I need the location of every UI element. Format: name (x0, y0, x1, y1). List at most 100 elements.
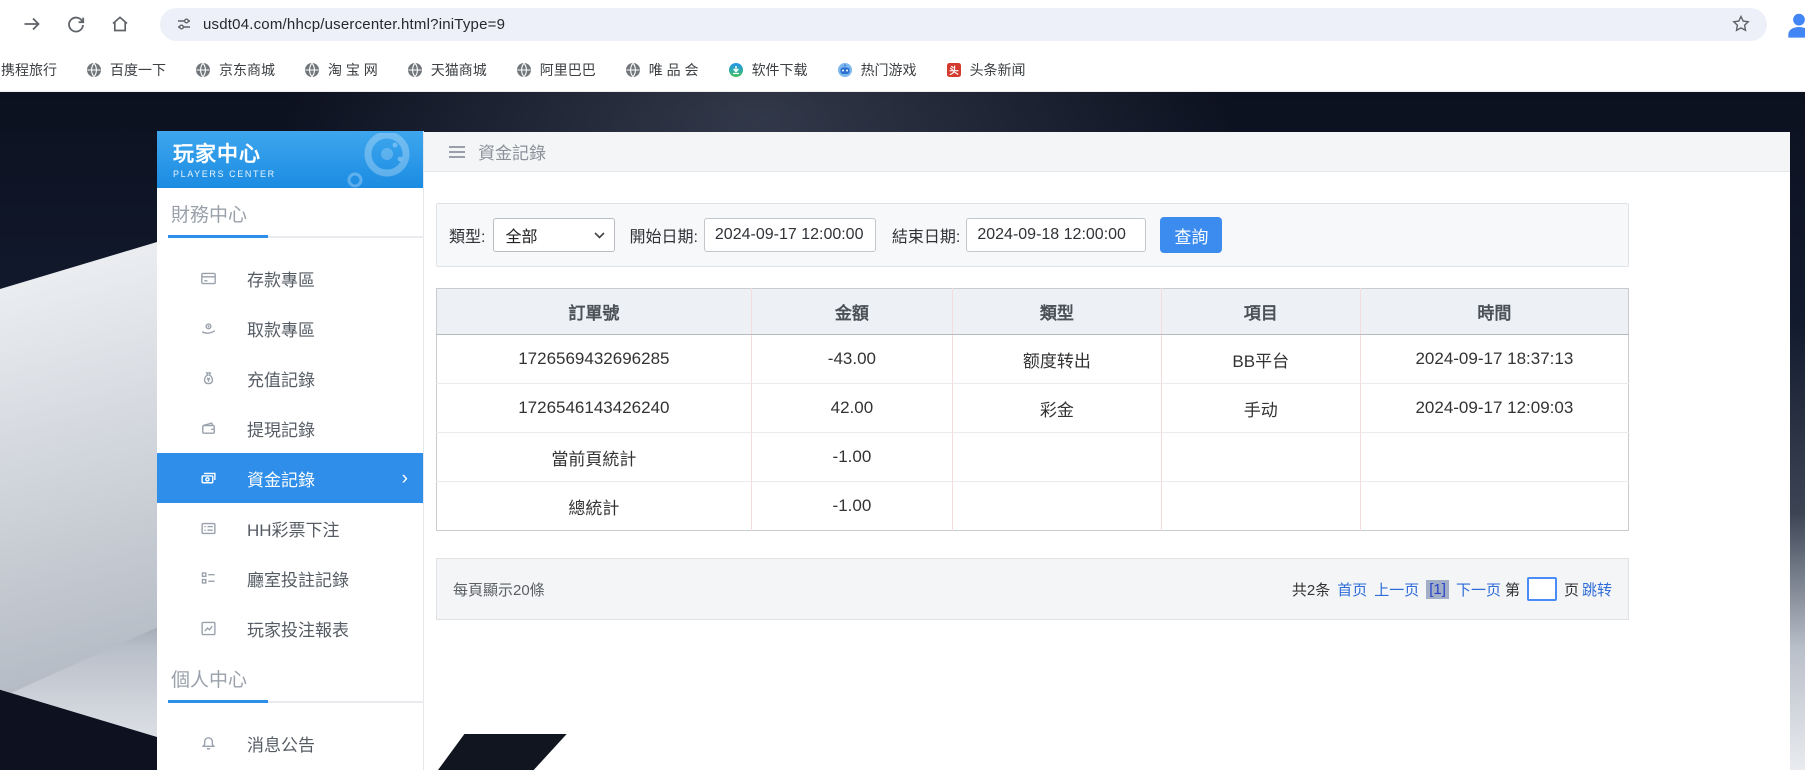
bookmark-item[interactable]: 百度一下 (86, 60, 166, 80)
table-cell: 2024-09-17 18:37:13 (1360, 335, 1628, 384)
bookmark-label: 热门游戏 (861, 60, 917, 80)
hamburger-icon[interactable] (448, 145, 466, 159)
bookmark-item[interactable]: 软件下载 (728, 60, 808, 80)
profile-avatar-icon[interactable] (1783, 9, 1805, 41)
sidebar-item-lottery-ticket[interactable]: HH彩票下注 (157, 503, 423, 553)
table-cell: -1.00 (751, 482, 952, 531)
sidebar-item-label: 資金記錄 (247, 466, 315, 491)
sidebar-item-label: HH彩票下注 (247, 516, 340, 541)
bookmark-item[interactable]: 唯 品 会 (625, 60, 699, 80)
bookmark-label: 软件下载 (752, 60, 808, 80)
sidebar-item-deposit-card[interactable]: 存款專區 (157, 253, 423, 303)
sidebar-item-recharge-moneybag[interactable]: 充值記錄 (157, 353, 423, 403)
prev-page-link[interactable]: 上一页 (1374, 579, 1419, 600)
sidebar-item-label: 玩家投注報表 (247, 616, 349, 641)
funds-record-icon (199, 469, 217, 487)
bell-icon (199, 734, 217, 752)
address-bar[interactable]: usdt04.com/hhcp/usercenter.html?iniType=… (160, 8, 1767, 41)
table-cell: 1726546143426240 (437, 384, 752, 433)
main-header: 資金記錄 (424, 132, 1790, 172)
forward-arrow-icon[interactable] (18, 10, 46, 38)
table-cell: -43.00 (751, 335, 952, 384)
table-cell: 2024-09-17 12:09:03 (1360, 384, 1628, 433)
end-date-input[interactable] (966, 218, 1146, 252)
sidebar-menu-group: 存款專區取款專區充值記錄提現記錄資金記錄 › HH彩票下注廳室投註記錄玩家投注報表 (157, 253, 423, 653)
table-row: 1726569432696285-43.00额度转出BB平台2024-09-17… (437, 335, 1629, 384)
toutiao-icon: 头 (946, 62, 962, 78)
jump-button[interactable]: 跳转 (1582, 579, 1612, 600)
browser-toolbar: usdt04.com/hhcp/usercenter.html?iniType=… (0, 0, 1805, 48)
svg-text:头: 头 (949, 65, 959, 77)
lottery-ticket-icon (199, 519, 217, 537)
globe-icon (407, 62, 423, 78)
section-underline (168, 701, 424, 703)
sidebar-item-label: 取款專區 (247, 316, 315, 341)
refresh-icon[interactable] (62, 10, 90, 38)
report-chart-icon (199, 619, 217, 637)
table-cell (1161, 482, 1360, 531)
table-cell (953, 482, 1162, 531)
table-row: 當前頁統計-1.00 (437, 433, 1629, 482)
current-page-indicator: [1] (1426, 580, 1449, 599)
sidebar-item-hall-record[interactable]: 廳室投註記錄 (157, 553, 423, 603)
first-page-link[interactable]: 首页 (1337, 579, 1367, 600)
page-size-text: 每頁顯示20條 (453, 579, 545, 600)
url-text[interactable]: usdt04.com/hhcp/usercenter.html?iniType=… (203, 16, 505, 33)
bookmark-item[interactable]: 天猫商城 (407, 60, 487, 80)
bookmark-item[interactable]: 京东商城 (195, 60, 275, 80)
bookmark-item[interactable]: 头头条新闻 (946, 60, 1026, 80)
sidebar-item-funds-record[interactable]: 資金記錄 › (157, 453, 423, 503)
table-cell: 當前頁統計 (437, 433, 752, 482)
chevron-right-icon: › (402, 469, 408, 488)
jump-page-input[interactable] (1527, 577, 1557, 601)
sidebar-section-title: 個人中心 (171, 665, 423, 692)
globe-icon (304, 62, 320, 78)
table-cell: 彩金 (953, 384, 1162, 433)
start-date-input[interactable] (704, 218, 876, 252)
jump-suffix-text: 页 (1564, 579, 1579, 600)
download-icon (728, 62, 744, 78)
bookmark-item[interactable]: 热门游戏 (837, 60, 917, 80)
sidebar-item-label: 提現記錄 (247, 416, 315, 441)
bookmark-label: 淘 宝 网 (328, 60, 378, 80)
sidebar-item-label: 充值記錄 (247, 366, 315, 391)
bookmark-item[interactable]: 携程旅行 (1, 60, 57, 80)
main-content: 類型: 全部 開始日期: 結束日期: 查詢 訂單號金額類型項目時間1726569… (424, 172, 1790, 770)
sidebar-item-report-chart[interactable]: 玩家投注報表 (157, 603, 423, 653)
globe-icon (516, 62, 532, 78)
column-header: 金額 (751, 289, 952, 335)
table-cell: 1726569432696285 (437, 335, 752, 384)
bookmark-item[interactable]: 淘 宝 网 (304, 60, 378, 80)
tune-icon[interactable] (176, 16, 192, 32)
star-icon[interactable] (1731, 14, 1751, 34)
home-icon[interactable] (106, 10, 134, 38)
type-select[interactable]: 全部 (493, 218, 615, 252)
withdraw-hand-icon (199, 319, 217, 337)
table-cell (953, 433, 1162, 482)
globe-icon (195, 62, 211, 78)
sidebar-banner: 玩家中心 PLAYERS CENTER (157, 131, 423, 188)
sidebar-item-label: 消息公告 (247, 731, 315, 756)
bookmark-label: 阿里巴巴 (540, 60, 596, 80)
chevron-down-icon (594, 232, 605, 239)
total-count-text: 共2条 (1292, 579, 1330, 600)
game-icon (837, 62, 853, 78)
bookmark-label: 天猫商城 (431, 60, 487, 80)
next-page-link[interactable]: 下一页 (1456, 579, 1501, 600)
table-cell: BB平台 (1161, 335, 1360, 384)
sidebar-item-withdraw-hand[interactable]: 取款專區 (157, 303, 423, 353)
column-header: 類型 (953, 289, 1162, 335)
sidebar-item-cashout-wallet[interactable]: 提現記錄 (157, 403, 423, 453)
sidebar-item-bell[interactable]: 消息公告 (157, 718, 423, 768)
table-cell: 手动 (1161, 384, 1360, 433)
table-cell: -1.00 (751, 433, 952, 482)
search-button[interactable]: 查詢 (1160, 217, 1222, 253)
column-header: 項目 (1161, 289, 1360, 335)
table-row: 172654614342624042.00彩金手动2024-09-17 12:0… (437, 384, 1629, 433)
page-background: 玩家中心 PLAYERS CENTER 財務中心存款專區取款專區充值記錄提現記錄… (0, 92, 1805, 770)
type-label: 類型: (449, 223, 485, 247)
table-cell (1161, 433, 1360, 482)
globe-icon (86, 62, 102, 78)
bookmark-item[interactable]: 阿里巴巴 (516, 60, 596, 80)
section-underline (168, 236, 424, 238)
